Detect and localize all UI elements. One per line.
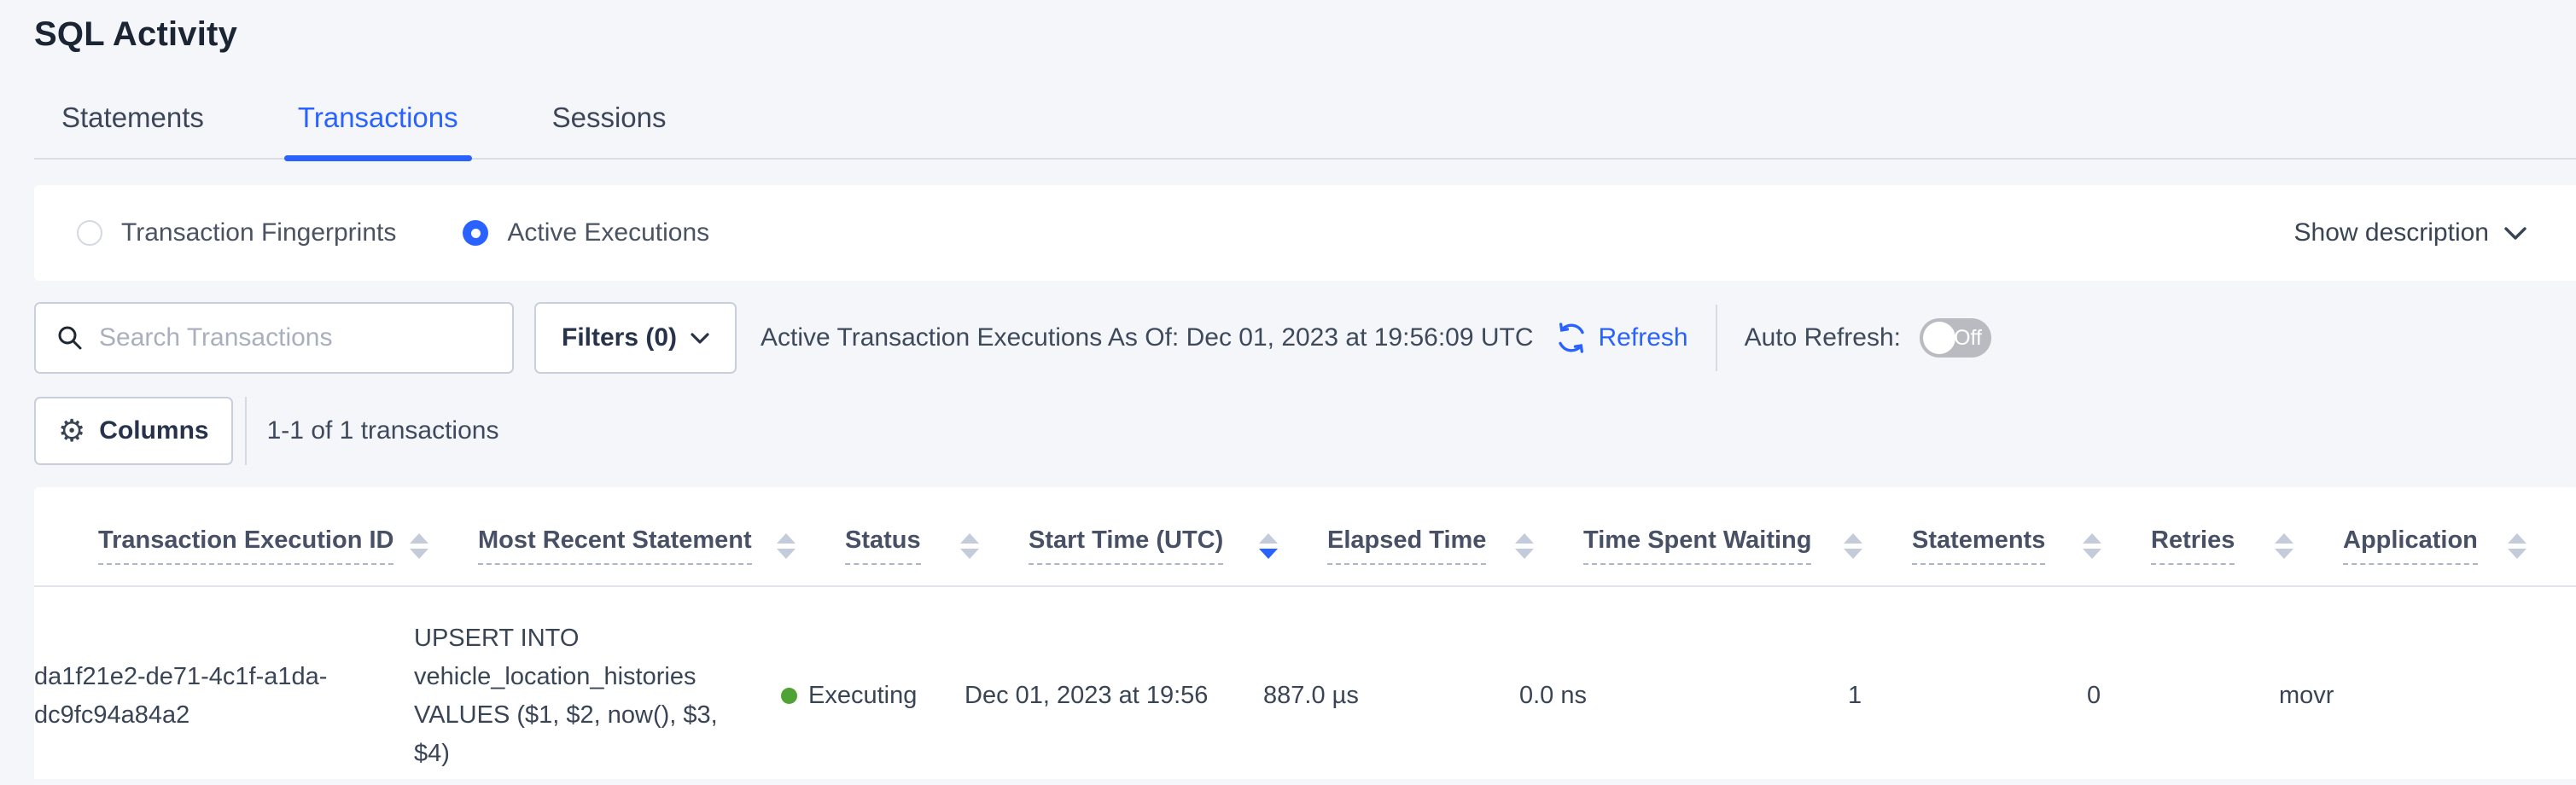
view-mode-radio-group: Transaction Fingerprints Active Executio… bbox=[77, 218, 709, 247]
vertical-divider bbox=[1716, 305, 1717, 371]
sort-icon[interactable] bbox=[1515, 533, 1534, 559]
status-badge: Executing bbox=[808, 677, 917, 715]
tab-transactions[interactable]: Transactions bbox=[298, 102, 458, 158]
cell-statements: 1 bbox=[1848, 619, 2087, 773]
sort-icon[interactable] bbox=[2083, 533, 2101, 559]
refresh-button[interactable]: Refresh bbox=[1554, 321, 1688, 355]
gear-icon: ⚙ bbox=[58, 416, 85, 446]
as-of-timestamp: Active Transaction Executions As Of: Dec… bbox=[761, 323, 1533, 352]
column-header-elapsed-time[interactable]: Elapsed Time bbox=[1327, 526, 1583, 565]
transactions-table: Transaction Execution ID Most Recent Sta… bbox=[34, 487, 2576, 779]
show-description-label: Show description bbox=[2294, 218, 2489, 247]
tab-sessions[interactable]: Sessions bbox=[552, 102, 667, 158]
cell-start-time: Dec 01, 2023 at 19:56 bbox=[965, 619, 1263, 773]
chevron-down-icon bbox=[691, 333, 709, 344]
column-header-time-spent-waiting[interactable]: Time Spent Waiting bbox=[1583, 526, 1912, 565]
tab-bar: Statements Transactions Sessions bbox=[34, 102, 2576, 160]
table-toolbar: ⚙ Columns 1-1 of 1 transactions bbox=[34, 397, 2576, 465]
search-input[interactable] bbox=[99, 323, 495, 352]
cell-retries: 0 bbox=[2087, 619, 2279, 773]
columns-button[interactable]: ⚙ Columns bbox=[34, 397, 233, 465]
results-count: 1-1 of 1 transactions bbox=[267, 416, 499, 445]
tab-statements[interactable]: Statements bbox=[61, 102, 204, 158]
sort-icon[interactable] bbox=[777, 533, 796, 559]
column-header-start-time[interactable]: Start Time (UTC) bbox=[1029, 526, 1327, 565]
cell-most-recent-statement: UPSERT INTO vehicle_location_histories V… bbox=[414, 619, 781, 773]
radio-unselected-icon bbox=[77, 220, 102, 246]
column-header-application[interactable]: Application bbox=[2343, 526, 2576, 565]
radio-active-executions[interactable]: Active Executions bbox=[463, 218, 709, 247]
column-header-retries[interactable]: Retries bbox=[2151, 526, 2343, 565]
radio-transaction-fingerprints[interactable]: Transaction Fingerprints bbox=[77, 218, 396, 247]
radio-label: Active Executions bbox=[507, 218, 709, 247]
column-header-most-recent-statement[interactable]: Most Recent Statement bbox=[478, 526, 845, 565]
auto-refresh-label: Auto Refresh: bbox=[1745, 323, 1901, 352]
cell-application: movr bbox=[2279, 619, 2576, 773]
column-header-statements[interactable]: Statements bbox=[1912, 526, 2151, 565]
radio-selected-icon bbox=[463, 220, 488, 246]
toggle-knob-icon bbox=[1923, 322, 1955, 354]
cell-transaction-execution-id: da1f21e2-de71-4c1f-a1da-dc9fc94a84a2 bbox=[34, 619, 414, 773]
vertical-divider bbox=[245, 397, 247, 465]
sort-icon[interactable] bbox=[1844, 533, 1862, 559]
table-row[interactable]: da1f21e2-de71-4c1f-a1da-dc9fc94a84a2 UPS… bbox=[34, 587, 2576, 785]
cell-time-spent-waiting: 0.0 ns bbox=[1519, 619, 1848, 773]
sort-icon[interactable] bbox=[2275, 533, 2293, 559]
controls-row: Filters (0) Active Transaction Execution… bbox=[34, 301, 2576, 375]
filters-button-label: Filters (0) bbox=[562, 323, 677, 352]
view-mode-card: Transaction Fingerprints Active Executio… bbox=[34, 185, 2576, 281]
columns-button-label: Columns bbox=[99, 416, 208, 445]
filters-button[interactable]: Filters (0) bbox=[534, 302, 737, 374]
auto-refresh-state: Off bbox=[1954, 318, 1982, 358]
auto-refresh-toggle[interactable]: Off bbox=[1920, 318, 1991, 358]
cell-status: Executing bbox=[781, 619, 965, 773]
page-header: SQL Activity bbox=[0, 0, 2576, 54]
sort-icon[interactable] bbox=[410, 533, 428, 559]
show-description-toggle[interactable]: Show description bbox=[2294, 218, 2526, 247]
chevron-down-icon bbox=[2504, 227, 2526, 240]
search-icon bbox=[56, 324, 84, 352]
page-title: SQL Activity bbox=[34, 15, 2576, 54]
refresh-icon bbox=[1554, 321, 1588, 355]
column-header-status[interactable]: Status bbox=[845, 526, 1029, 565]
column-header-transaction-execution-id[interactable]: Transaction Execution ID bbox=[98, 526, 478, 565]
sort-icon[interactable] bbox=[960, 533, 979, 559]
sort-icon-active-desc[interactable] bbox=[1259, 533, 1278, 559]
cell-elapsed-time: 887.0 µs bbox=[1263, 619, 1519, 773]
sort-icon[interactable] bbox=[2508, 533, 2526, 559]
radio-label: Transaction Fingerprints bbox=[121, 218, 396, 247]
refresh-label: Refresh bbox=[1599, 323, 1688, 352]
table-header-row: Transaction Execution ID Most Recent Sta… bbox=[34, 487, 2576, 587]
status-executing-dot-icon bbox=[781, 688, 797, 704]
search-box[interactable] bbox=[34, 302, 514, 374]
